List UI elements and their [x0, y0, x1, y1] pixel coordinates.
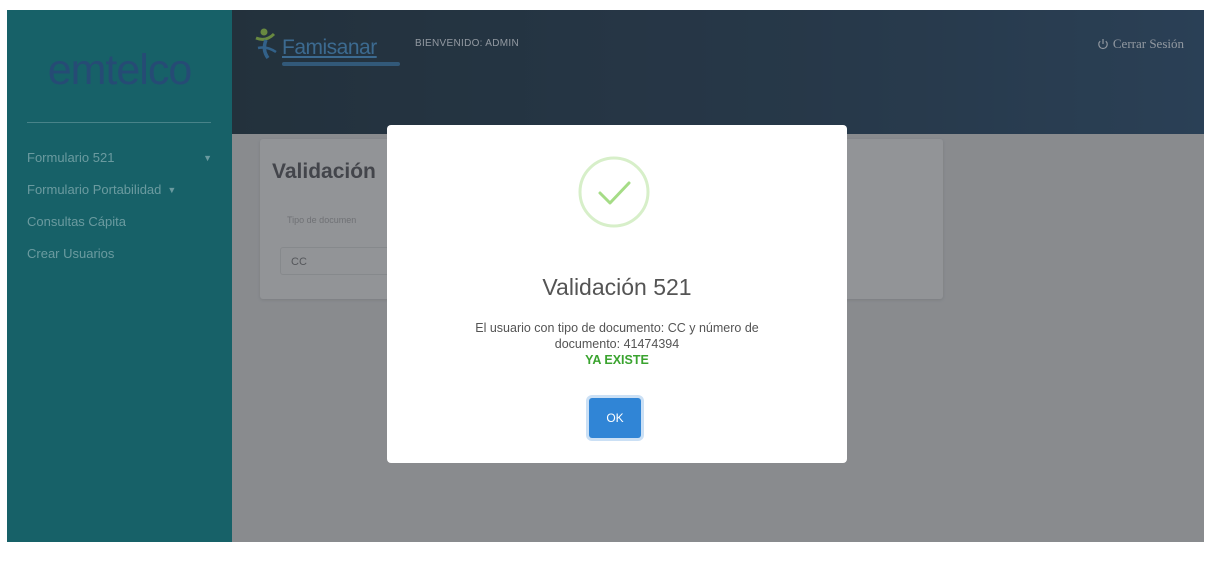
modal-message-line-2: documento: 41474394: [554, 337, 680, 351]
ok-button[interactable]: OK: [589, 398, 641, 438]
success-check-icon: [578, 156, 650, 228]
modal-title: Validación 521: [542, 274, 692, 300]
sidebar-overlay: [7, 10, 232, 542]
app-window: emtelco Formulario 521 ▼ Formulario Port…: [7, 10, 1204, 542]
modal-message: El usuario con tipo de documento: CC y n…: [417, 320, 817, 368]
status-badge: YA EXISTE: [585, 353, 649, 367]
validation-modal: Validación 521 El usuario con tipo de do…: [387, 125, 847, 463]
modal-message-line-1: El usuario con tipo de documento: CC y n…: [475, 321, 759, 335]
